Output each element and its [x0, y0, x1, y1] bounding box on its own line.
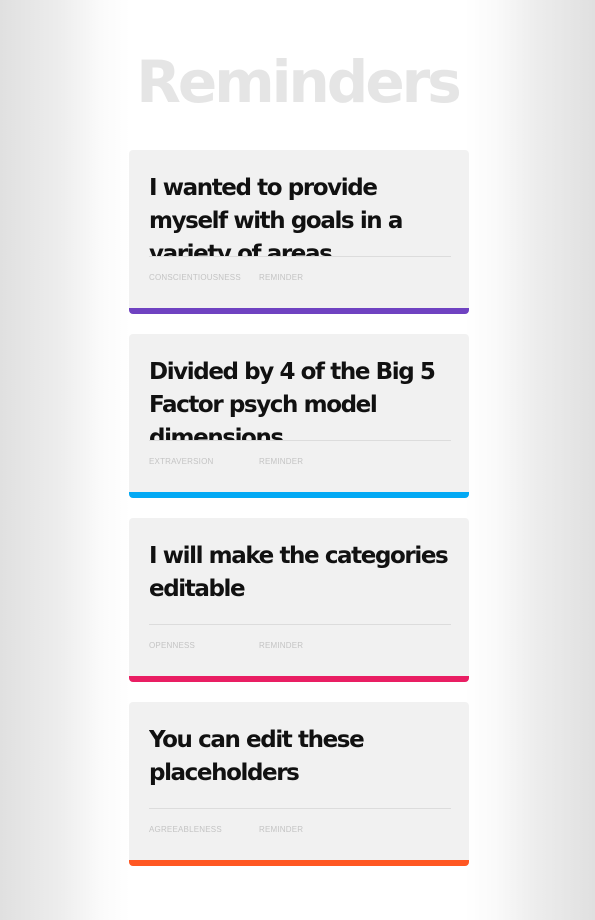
reminder-text[interactable]: I wanted to provide myself with goals in… [149, 172, 451, 256]
reminder-text[interactable]: You can edit these placeholders [149, 724, 451, 808]
type-label: Reminder [259, 641, 304, 650]
reminder-card[interactable]: I wanted to provide myself with goals in… [129, 150, 469, 314]
card-divider [149, 624, 451, 625]
card-divider [149, 256, 451, 257]
page-title: Reminders [136, 48, 462, 116]
card-meta: Extraversion Reminder [149, 457, 303, 466]
type-label: Reminder [259, 273, 304, 282]
reminder-card[interactable]: I will make the categories editable Open… [129, 518, 469, 682]
category-color-bar [129, 860, 469, 866]
reminder-list: I wanted to provide myself with goals in… [129, 150, 469, 886]
reminder-text[interactable]: I will make the categories editable [149, 540, 451, 624]
reminder-card[interactable]: You can edit these placeholders Agreeabl… [129, 702, 469, 866]
category-label[interactable]: Agreeableness [149, 825, 259, 834]
category-label[interactable]: Openness [149, 641, 259, 650]
card-divider [149, 440, 451, 441]
card-divider [149, 808, 451, 809]
card-meta: Agreeableness Reminder [149, 825, 303, 834]
reminder-card[interactable]: Divided by 4 of the Big 5 Factor psych m… [129, 334, 469, 498]
category-label[interactable]: Extraversion [149, 457, 259, 466]
type-label: Reminder [259, 457, 304, 466]
card-meta: Conscientiousness Reminder [149, 273, 303, 282]
type-label: Reminder [259, 825, 304, 834]
category-color-bar [129, 308, 469, 314]
category-label[interactable]: Conscientiousness [149, 273, 259, 282]
reminder-text[interactable]: Divided by 4 of the Big 5 Factor psych m… [149, 356, 451, 440]
category-color-bar [129, 492, 469, 498]
category-color-bar [129, 676, 469, 682]
card-meta: Openness Reminder [149, 641, 303, 650]
